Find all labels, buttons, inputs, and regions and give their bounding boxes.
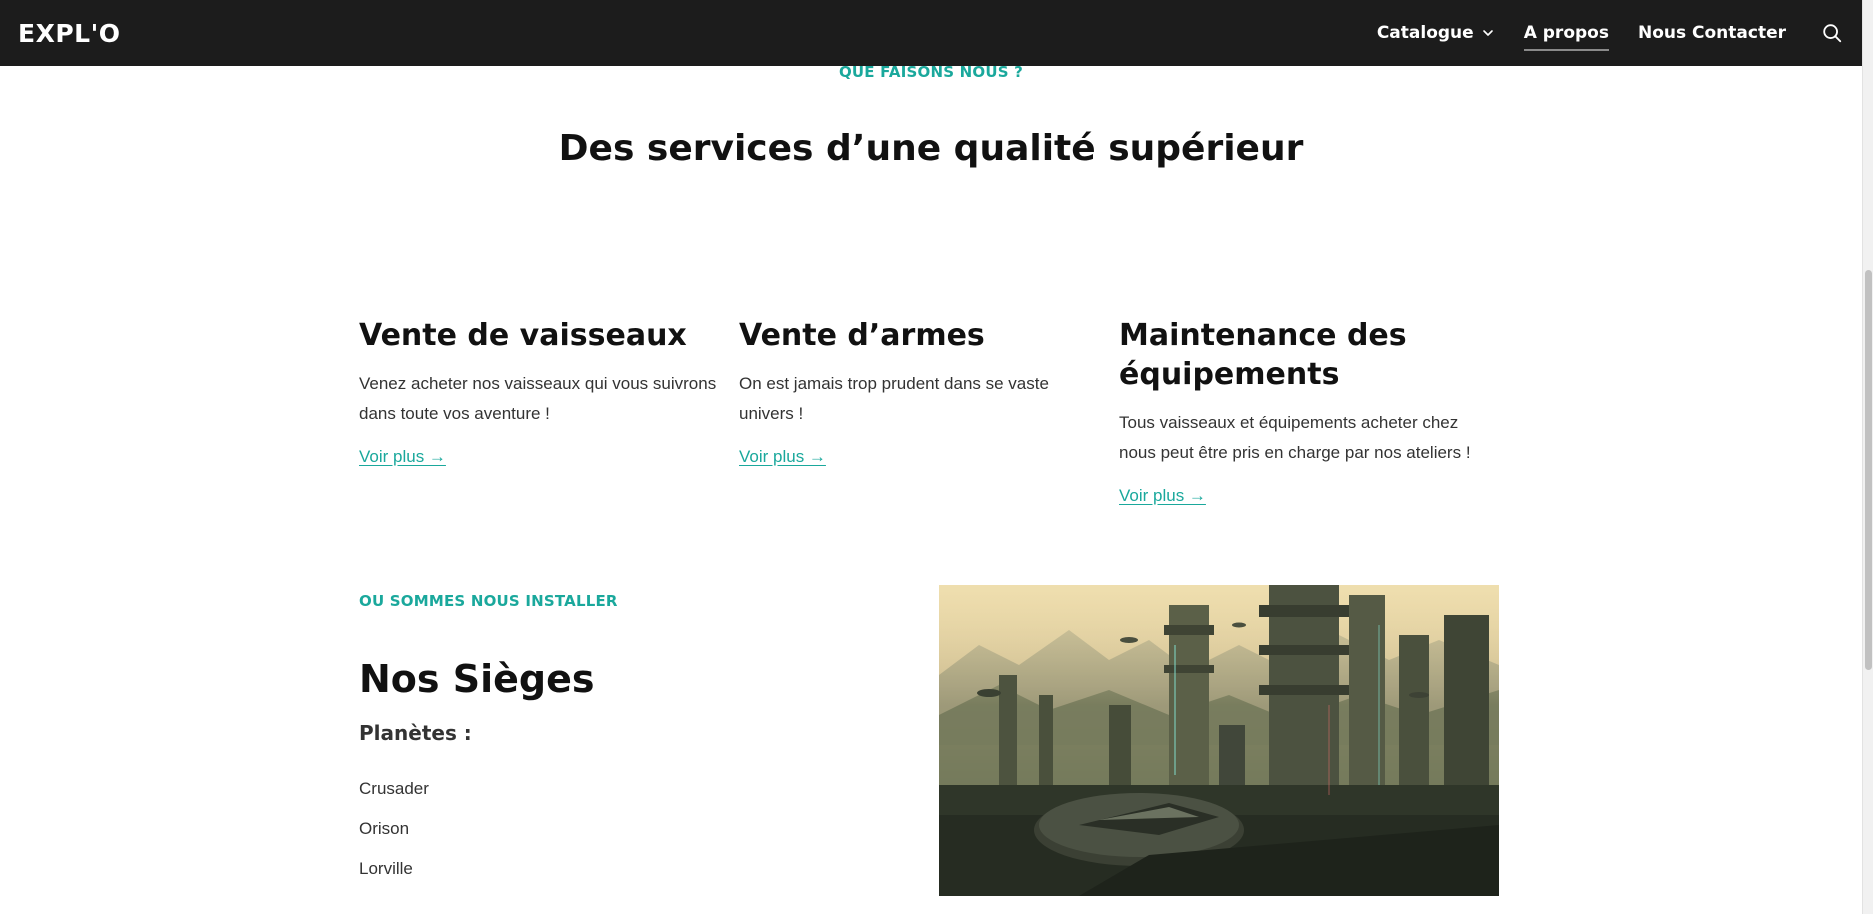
service-card: Vente de vaisseaux Venez acheter nos vai… — [359, 316, 739, 506]
voir-plus-link[interactable]: Voir plus → — [739, 447, 826, 467]
site-header: EXPL'O Catalogue A propos Nous Contacter — [0, 0, 1862, 66]
service-description: Tous vaisseaux et équipements acheter ch… — [1119, 413, 1471, 462]
nav-item-a-propos[interactable]: A propos — [1523, 15, 1610, 51]
service-description: On est jamais trop prudent dans se vaste… — [739, 374, 1049, 423]
city-image — [939, 585, 1499, 896]
nav-item-nous-contacter[interactable]: Nous Contacter — [1638, 15, 1786, 51]
service-description: Venez acheter nos vaisseaux qui vous sui… — [359, 374, 717, 423]
page-scrollbar[interactable] — [1862, 0, 1873, 914]
sieges-title: Nos Sièges — [359, 657, 595, 701]
service-card: Maintenance des équipements Tous vaissea… — [1119, 316, 1499, 506]
search-button[interactable] — [1820, 21, 1844, 45]
nav-item-label: Nous Contacter — [1637, 23, 1786, 43]
list-item: Lorville — [359, 859, 413, 878]
list-item: Orison — [359, 819, 410, 838]
sieges-eyebrow: OU SOMMES NOUS INSTALLER — [359, 592, 618, 610]
service-title: Vente de vaisseaux — [359, 318, 687, 353]
service-title: Vente d’armes — [739, 318, 985, 353]
site-logo[interactable]: EXPL'O — [18, 19, 121, 48]
voir-plus-link[interactable]: Voir plus → — [359, 447, 446, 467]
chevron-down-icon — [1481, 26, 1495, 40]
services-title: Des services d’une qualité supérieur — [558, 128, 1304, 169]
nav-item-label: A propos — [1523, 23, 1609, 43]
sieges-section: OU SOMMES NOUS INSTALLER Nos Sièges Plan… — [359, 592, 618, 899]
main-nav: Catalogue A propos Nous Contacter — [1348, 0, 1844, 66]
nav-item-catalogue[interactable]: Catalogue — [1377, 15, 1495, 51]
list-item: Crusader — [359, 779, 429, 798]
planets-label: Planètes : — [359, 721, 472, 745]
planet-list: Crusader Orison Lorville — [359, 779, 618, 899]
service-title: Maintenance des équipements — [1119, 318, 1407, 392]
nav-item-label: Catalogue — [1376, 23, 1474, 43]
services-grid: Vente de vaisseaux Venez acheter nos vai… — [359, 316, 1499, 506]
search-icon — [1823, 24, 1842, 43]
voir-plus-link[interactable]: Voir plus → — [1119, 486, 1206, 506]
scrollbar-thumb[interactable] — [1865, 270, 1872, 670]
service-card: Vente d’armes On est jamais trop prudent… — [739, 316, 1119, 506]
